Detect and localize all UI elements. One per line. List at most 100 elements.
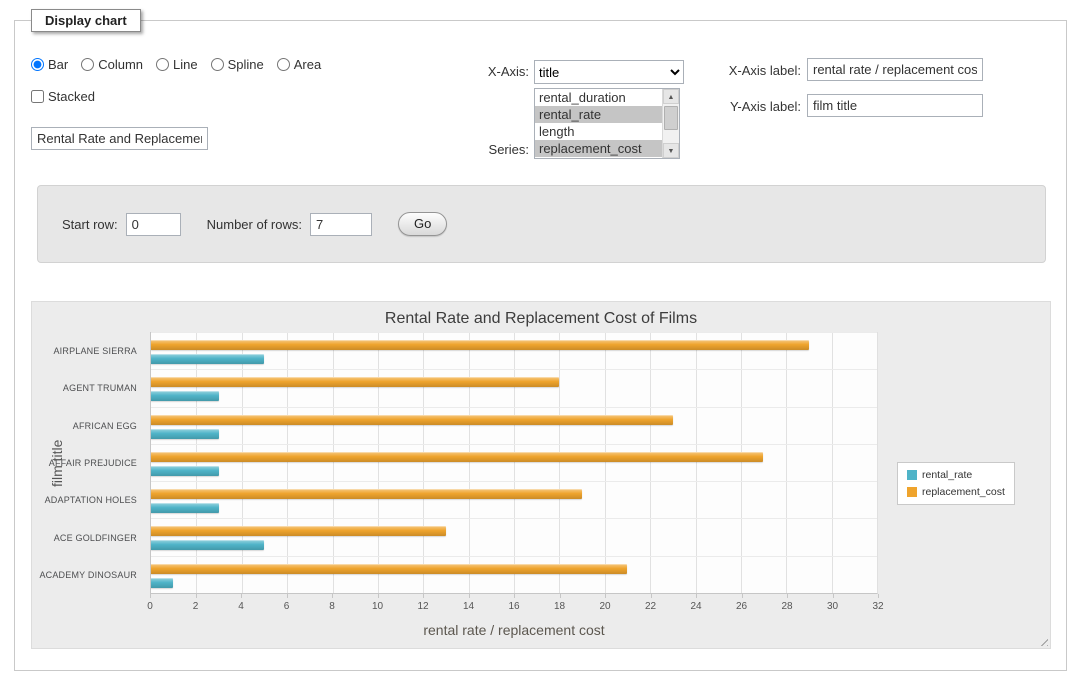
x-tick-label: 8	[329, 601, 335, 612]
category-row	[151, 369, 877, 406]
x-axis-tick-labels: 02468101214161820222426283032	[150, 594, 878, 616]
x-tick-mark	[378, 594, 379, 598]
x-tick-mark	[514, 594, 515, 598]
chart-title-input[interactable]	[31, 127, 208, 150]
category-label: ADAPTATION HOLES	[62, 482, 137, 519]
x-axis-label-input[interactable]	[807, 58, 983, 81]
x-tick-mark	[605, 594, 606, 598]
x-tick-mark	[696, 594, 697, 598]
chart-type-column-label: Column	[98, 57, 143, 72]
chart-type-bar-radio[interactable]	[31, 58, 44, 71]
x-tick-mark	[423, 594, 424, 598]
legend-item-replacement_cost[interactable]: replacement_cost	[907, 486, 1005, 498]
chart-type-area-radio[interactable]	[277, 58, 290, 71]
series-listbox[interactable]: rental_duration rental_rate length repla…	[534, 88, 680, 159]
x-tick-label: 4	[238, 601, 244, 612]
chart-title: Rental Rate and Replacement Cost of Film…	[32, 310, 1050, 328]
category-row	[151, 332, 877, 369]
chart-type-spline-radio[interactable]	[211, 58, 224, 71]
legend-label: replacement_cost	[922, 486, 1005, 498]
go-button[interactable]: Go	[398, 212, 447, 236]
x-tick-label: 18	[554, 601, 565, 612]
bar-rental_rate	[151, 429, 219, 439]
series-option-rental-rate[interactable]: rental_rate	[535, 106, 662, 123]
bar-replacement_cost	[151, 415, 673, 425]
legend-item-rental_rate[interactable]: rental_rate	[907, 469, 1005, 481]
bar-replacement_cost	[151, 564, 627, 574]
y-axis-category-labels: AIRPLANE SIERRAAGENT TRUMANAFRICAN EGGAF…	[32, 332, 144, 594]
x-tick-mark	[196, 594, 197, 598]
bar-replacement_cost	[151, 489, 582, 499]
rows-form: Start row: Number of rows: Go	[37, 185, 1046, 263]
chart-type-area[interactable]: Area	[277, 57, 321, 72]
x-tick-label: 24	[690, 601, 701, 612]
bar-replacement_cost	[151, 340, 809, 350]
x-tick-mark	[742, 594, 743, 598]
chart-type-column[interactable]: Column	[81, 57, 143, 72]
chart-type-spline-label: Spline	[228, 57, 264, 72]
bar-rental_rate	[151, 578, 173, 588]
series-option-rental-duration[interactable]: rental_duration	[535, 89, 662, 106]
panel-title: Display chart	[31, 9, 141, 32]
category-label: AFRICAN EGG	[62, 407, 137, 444]
resize-handle-icon[interactable]	[1037, 635, 1048, 646]
x-tick-label: 22	[645, 601, 656, 612]
series-option-length[interactable]: length	[535, 123, 662, 140]
start-row-label: Start row:	[62, 217, 118, 232]
chart-type-spline[interactable]: Spline	[211, 57, 264, 72]
x-tick-label: 20	[599, 601, 610, 612]
chart: Rental Rate and Replacement Cost of Film…	[31, 301, 1051, 649]
legend-swatch-icon	[907, 487, 917, 497]
x-tick-mark	[469, 594, 470, 598]
x-tick-mark	[241, 594, 242, 598]
category-label: ACE GOLDFINGER	[62, 519, 137, 556]
stacked-label: Stacked	[48, 89, 95, 104]
series-listbox-label: Series:	[395, 142, 529, 157]
bar-rental_rate	[151, 354, 264, 364]
chart-type-column-radio[interactable]	[81, 58, 94, 71]
series-option-replacement-cost[interactable]: replacement_cost	[535, 140, 662, 157]
display-chart-panel: Display chart Bar Column Line Spline Are…	[14, 20, 1067, 671]
chart-type-line-radio[interactable]	[156, 58, 169, 71]
x-tick-label: 6	[284, 601, 290, 612]
stacked-checkbox[interactable]: Stacked	[31, 89, 95, 104]
legend-label: rental_rate	[922, 469, 972, 481]
x-tick-label: 14	[463, 601, 474, 612]
start-row-input[interactable]	[126, 213, 181, 236]
bar-replacement_cost	[151, 452, 763, 462]
chart-type-line[interactable]: Line	[156, 57, 198, 72]
x-tick-label: 16	[508, 601, 519, 612]
x-tick-mark	[150, 594, 151, 598]
chart-type-radio-group: Bar Column Line Spline Area	[31, 57, 321, 72]
category-row	[151, 556, 877, 593]
series-listbox-items: rental_duration rental_rate length repla…	[535, 89, 662, 158]
number-of-rows-input[interactable]	[310, 213, 372, 236]
x-axis-title: rental rate / replacement cost	[150, 622, 878, 638]
plot-area	[150, 332, 878, 594]
category-row	[151, 444, 877, 481]
chart-type-bar[interactable]: Bar	[31, 57, 68, 72]
x-tick-mark	[332, 594, 333, 598]
x-tick-mark	[651, 594, 652, 598]
category-row	[151, 481, 877, 518]
x-tick-mark	[878, 594, 879, 598]
x-tick-label: 26	[736, 601, 747, 612]
x-tick-mark	[833, 594, 834, 598]
scroll-down-icon[interactable]: ▼	[663, 143, 679, 158]
x-axis-select[interactable]: title	[534, 60, 684, 84]
x-tick-label: 28	[781, 601, 792, 612]
y-axis-label-label: Y-Axis label:	[665, 99, 801, 114]
bar-rental_rate	[151, 540, 264, 550]
chart-type-area-label: Area	[294, 57, 321, 72]
stacked-checkbox-input[interactable]	[31, 90, 44, 103]
x-tick-label: 32	[872, 601, 883, 612]
category-row	[151, 407, 877, 444]
x-tick-mark	[560, 594, 561, 598]
x-tick-label: 10	[372, 601, 383, 612]
chart-legend: rental_rate replacement_cost	[897, 462, 1015, 505]
x-axis-label-label: X-Axis label:	[665, 63, 801, 78]
y-axis-label-input[interactable]	[807, 94, 983, 117]
x-tick-mark	[787, 594, 788, 598]
bar-rental_rate	[151, 503, 219, 513]
category-label: AIRPLANE SIERRA	[62, 332, 137, 369]
